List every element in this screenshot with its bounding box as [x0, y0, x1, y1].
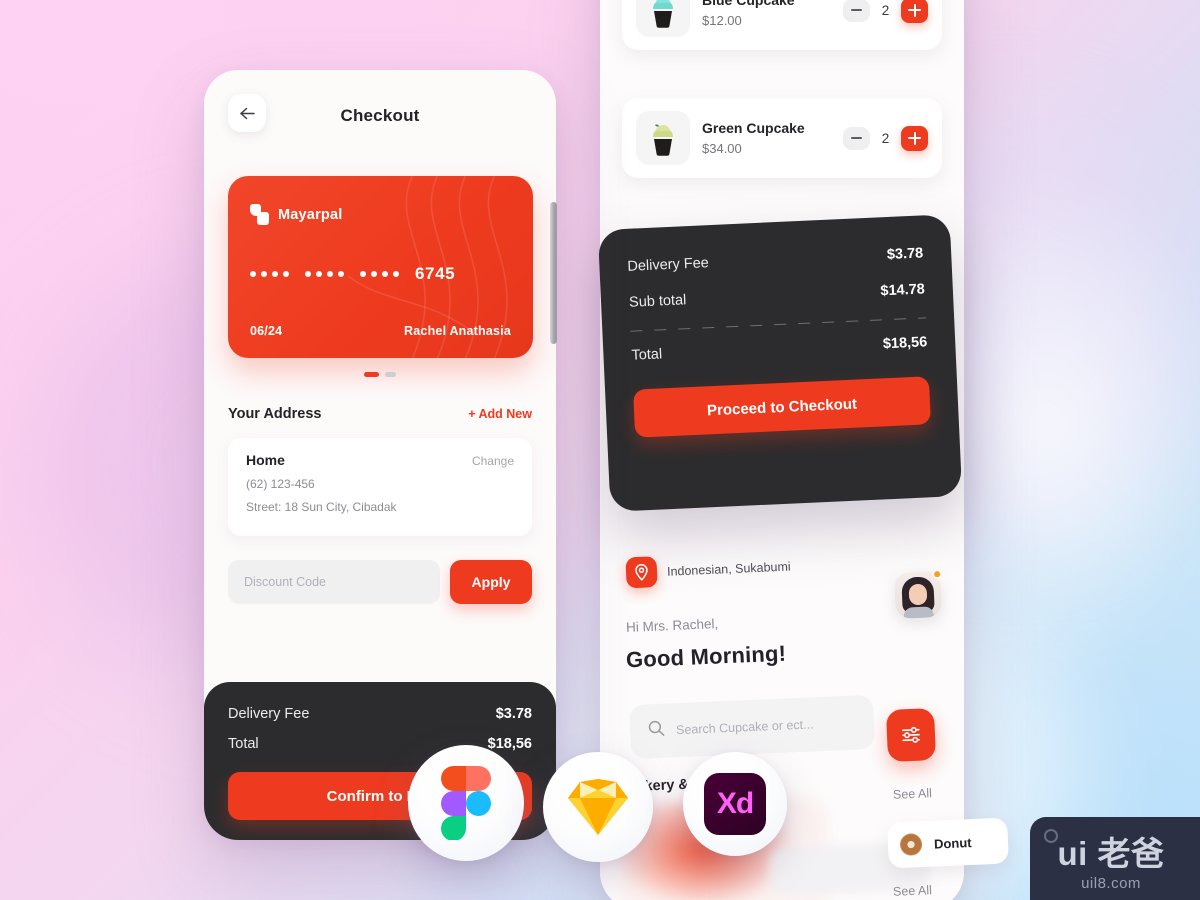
address-section-title: Your Address [228, 406, 322, 422]
masked-digits-group [305, 271, 344, 277]
checkout-phone-mockup: Checkout Mayarpal 6745 06/24 Rachel Anat… [204, 70, 556, 840]
proceed-to-checkout-button[interactable]: Proceed to Checkout [633, 376, 931, 438]
cart-item-price: $34.00 [702, 141, 742, 156]
minus-icon[interactable] [843, 126, 870, 150]
summary-label: Sub total [628, 292, 687, 311]
filter-sliders-icon[interactable] [885, 708, 937, 762]
summary-row: Sub total $14.78 [629, 281, 925, 310]
summary-row-total: Total $18,56 [631, 334, 927, 363]
figma-badge[interactable] [408, 745, 524, 861]
search-input[interactable] [675, 715, 857, 738]
search-box[interactable] [628, 694, 876, 760]
donut-icon [900, 833, 923, 856]
watermark-sub: uil8.com [1081, 875, 1141, 892]
cart-item-qty: 2 [881, 130, 890, 146]
cart-item-price: $12.00 [702, 13, 742, 28]
search-bar[interactable] [628, 694, 876, 760]
pagination-dot[interactable] [385, 372, 396, 377]
figma-icon [441, 766, 491, 840]
card-expiry: 06/24 [250, 324, 283, 338]
masked-digits-group [250, 271, 289, 277]
card-carousel-pagination[interactable] [204, 372, 556, 377]
address-name: Home [246, 452, 285, 468]
cart-item-info: Blue Cupcake $12.00 [702, 0, 831, 28]
card-brand: Mayarpal [250, 204, 342, 225]
category-chip-donut[interactable]: Donut [887, 817, 1009, 869]
summary-value: $3.78 [886, 245, 924, 264]
summary-label: Total [228, 736, 259, 752]
summary-label: Delivery Fee [228, 706, 310, 722]
green-cupcake-icon [636, 111, 690, 165]
address-street: Street: 18 Sun City, Cibadak [246, 500, 397, 514]
card-last-four: 6745 [415, 264, 456, 283]
address-section-header: Your Address + Add New [228, 406, 532, 422]
divider [630, 317, 927, 332]
adobe-xd-icon: Xd [704, 773, 766, 835]
cart-item-row[interactable]: Blue Cupcake $12.00 2 [622, 0, 942, 50]
card-brand-name: Mayarpal [278, 206, 343, 223]
summary-value: $18,56 [882, 334, 928, 353]
masked-digits-group [360, 271, 399, 277]
quantity-stepper[interactable]: 2 [843, 125, 928, 151]
mayarpal-logo-icon [250, 204, 269, 225]
adobe-xd-badge[interactable]: Xd [683, 752, 787, 856]
pagination-dot-active[interactable] [364, 372, 379, 377]
payment-card[interactable]: Mayarpal 6745 06/24 Rachel Anathasia [228, 176, 533, 358]
order-summary-panel: Delivery Fee $3.78 Sub total $14.78 Tota… [597, 214, 963, 512]
summary-label: Delivery Fee [627, 255, 710, 275]
search-icon [648, 720, 666, 743]
discount-row: Apply [228, 560, 532, 604]
plus-icon[interactable] [901, 125, 928, 151]
cupcake-glyph [653, 0, 673, 28]
address-phone: (62) 123-456 [246, 477, 315, 491]
summary-value: $14.78 [880, 281, 926, 300]
location-pin-icon [625, 556, 658, 589]
page-title: Checkout [340, 106, 420, 125]
discount-code-input[interactable] [228, 560, 440, 604]
blue-cupcake-icon [636, 0, 690, 37]
summary-row: Delivery Fee $3.78 [627, 245, 923, 274]
quantity-stepper[interactable]: 2 [843, 0, 928, 23]
see-all-link[interactable]: See All [893, 786, 932, 802]
card-number: 6745 [250, 264, 455, 284]
plus-icon[interactable] [901, 0, 928, 23]
avatar-face [908, 583, 928, 606]
cart-item-row[interactable]: Green Cupcake $34.00 2 [622, 98, 942, 178]
address-card-header: Home Change [246, 452, 514, 468]
summary-row: Delivery Fee $3.78 [228, 706, 532, 722]
avatar-body [903, 606, 934, 619]
add-new-address-link[interactable]: + Add New [468, 407, 532, 421]
cart-item-name: Blue Cupcake [702, 0, 795, 8]
summary-label: Total [631, 346, 663, 364]
card-footer: 06/24 Rachel Anathasia [250, 324, 511, 338]
cupcake-glyph [653, 124, 673, 156]
address-card[interactable]: Home Change (62) 123-456 Street: 18 Sun … [228, 438, 532, 536]
card-holder: Rachel Anathasia [404, 324, 511, 338]
avatar[interactable] [894, 568, 943, 619]
summary-value: $18,56 [487, 736, 532, 752]
cart-item-name: Green Cupcake [702, 120, 805, 136]
category-name: Donut [933, 834, 972, 852]
watermark-main: ui 老爸 [1057, 835, 1165, 872]
phone-side-button[interactable] [550, 202, 557, 344]
minus-icon[interactable] [843, 0, 870, 22]
see-all-link[interactable]: See All [893, 883, 932, 899]
cart-item-info: Green Cupcake $34.00 [702, 120, 831, 156]
sketch-badge[interactable] [543, 752, 653, 862]
screenshot-canvas: Blue Cupcake $12.00 2 Green Cupcake $34.… [0, 0, 1200, 900]
apply-discount-button[interactable]: Apply [450, 560, 532, 604]
sketch-icon [568, 779, 628, 835]
cart-item-qty: 2 [881, 2, 890, 18]
checkout-header: Checkout [204, 70, 556, 182]
change-address-link[interactable]: Change [472, 454, 514, 468]
summary-value: $3.78 [495, 706, 532, 722]
watermark: ui 老爸 uil8.com [1030, 817, 1200, 900]
location-label: Indonesian, Sukabumi [666, 559, 791, 579]
